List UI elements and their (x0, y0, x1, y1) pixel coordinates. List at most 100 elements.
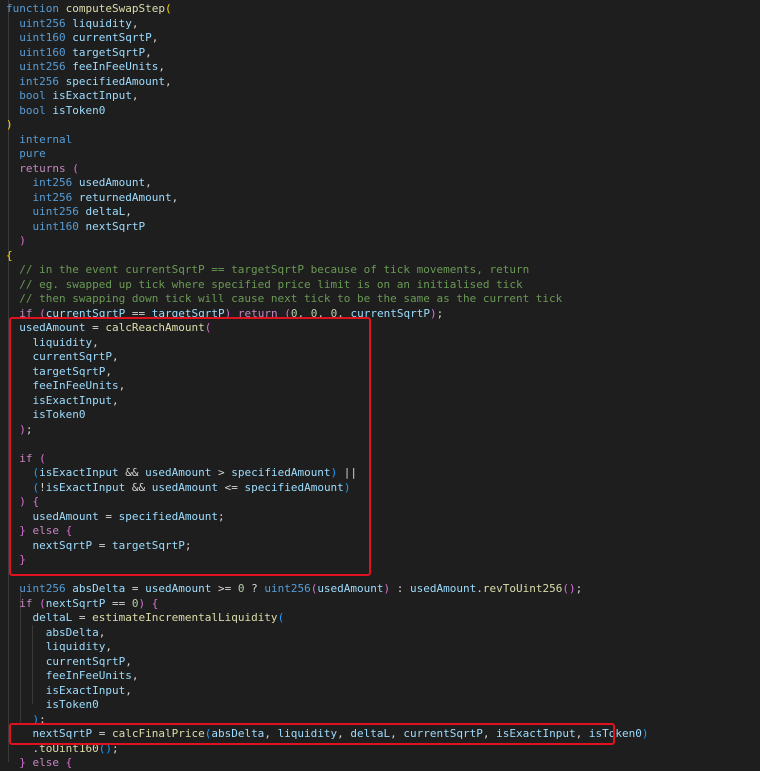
code-token: return (237, 306, 278, 320)
code-token: , (125, 683, 132, 697)
code-token: else (32, 524, 60, 537)
code-token: ) (19, 422, 26, 436)
code-token: ( (72, 161, 79, 175)
code-token: int256 (32, 190, 73, 204)
code-token: if (19, 451, 33, 465)
code-line: int256 usedAmount, (6, 176, 760, 191)
code-token: usedAmount (151, 480, 218, 494)
code-token: , (164, 74, 172, 88)
code-line: if (currentSqrtP == targetSqrtP) return … (6, 307, 760, 322)
code-token: feeInFeeUnits (32, 379, 119, 392)
code-line: ); (6, 423, 760, 438)
code-token: ) (429, 306, 437, 320)
code-line: returns ( (6, 162, 760, 177)
code-token: , (337, 727, 351, 740)
code-token: } (19, 756, 26, 769)
code-line: ) { (6, 495, 760, 510)
code-token: // eg. swapped up tick where specified p… (19, 277, 523, 291)
code-editor[interactable]: function computeSwapStep( uint256 liquid… (0, 0, 760, 769)
code-token: usedAmount (145, 582, 212, 595)
code-line: isExactInput, (6, 394, 760, 409)
code-token: isExactInput (52, 89, 132, 102)
code-token: ( (39, 306, 46, 320)
code-token: = (72, 611, 93, 624)
code-token: { (65, 524, 73, 537)
code-token: uint256 (19, 60, 66, 73)
code-token: calcReachAmount (105, 321, 205, 334)
code-token: : (390, 582, 411, 595)
code-token: , (92, 335, 99, 349)
code-token: targetSqrtP (32, 364, 106, 378)
code-line: uint256 absDelta = usedAmount >= 0 ? uin… (6, 582, 760, 597)
code-token: int256 (19, 74, 59, 88)
code-line: } else { (6, 524, 760, 539)
code-line: liquidity, (6, 640, 760, 655)
code-token: isExactInput (45, 480, 126, 494)
code-token: ( (39, 596, 46, 610)
code-token: , (171, 190, 179, 204)
code-token: ) (19, 495, 26, 508)
code-line: nextSqrtP = targetSqrtP; (6, 539, 760, 554)
code-line: deltaL = estimateIncrementalLiquidity( (6, 611, 760, 626)
code-token: ? (244, 582, 265, 595)
code-token: currentSqrtP (72, 31, 152, 44)
code-token: isToken0 (45, 698, 99, 711)
code-token: , (317, 306, 331, 320)
code-line: internal (6, 133, 760, 148)
code-token: absDelta (72, 582, 126, 595)
code-token: ) (641, 727, 649, 740)
code-token: () (562, 582, 576, 595)
code-line: targetSqrtP, (6, 365, 760, 380)
code-token: } (19, 524, 26, 537)
code-token: currentSqrtP (45, 306, 126, 320)
code-token: } (19, 553, 26, 566)
code-token: <= (217, 480, 245, 494)
code-token: else (32, 756, 60, 769)
code-token: uint256 (19, 582, 66, 595)
code-line: if ( (6, 452, 760, 467)
code-line: } (6, 553, 760, 568)
code-token: , (390, 727, 404, 740)
code-line: isExactInput, (6, 684, 760, 699)
code-token: currentSqrtP (32, 350, 112, 363)
code-token: uint256 (264, 582, 311, 595)
code-token: targetSqrtP (151, 306, 225, 320)
code-token: usedAmount (317, 582, 384, 595)
code-token: currentSqrtP (350, 306, 430, 320)
code-token: isExactInput (39, 466, 119, 479)
code-token: , (105, 364, 112, 378)
code-token: deltaL (350, 727, 391, 740)
code-token: usedAmount (410, 582, 477, 595)
code-token: , (145, 176, 152, 189)
code-token: absDelta (211, 727, 265, 740)
code-token: returns (19, 161, 66, 175)
code-line: isToken0 (6, 698, 760, 713)
code-token: ; (39, 712, 46, 726)
code-line: (!isExactInput && usedAmount <= specifie… (6, 481, 760, 496)
